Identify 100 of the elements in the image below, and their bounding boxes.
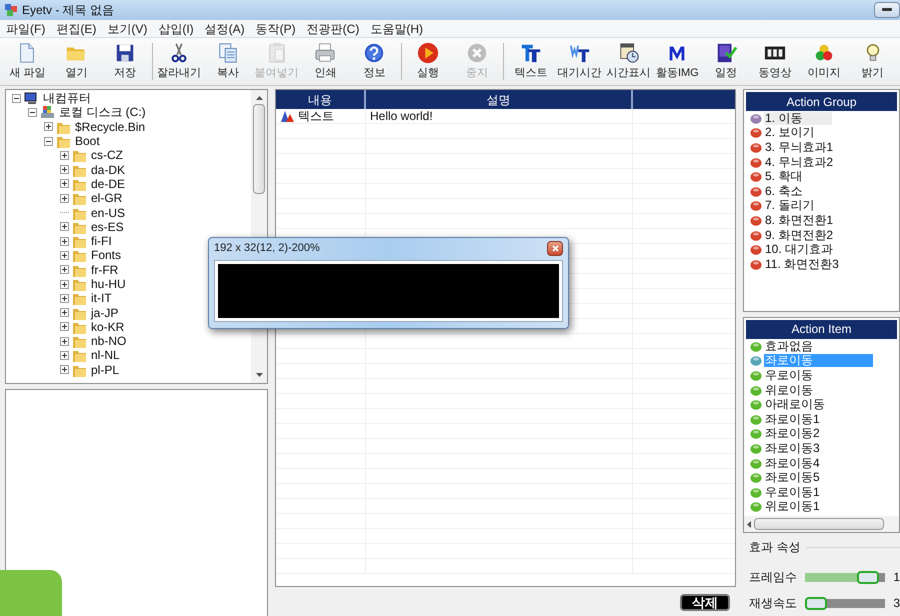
tree-toggle[interactable]	[60, 222, 69, 232]
list-item[interactable]: 11. 화면전환3	[764, 258, 840, 271]
slider-thumb[interactable]	[856, 570, 879, 584]
tree-toggle[interactable]	[60, 250, 69, 260]
list-item[interactable]: 좌로이동5	[764, 471, 821, 484]
tree-toggle[interactable]	[60, 336, 69, 346]
list-item[interactable]: 좌로이동3	[764, 442, 821, 455]
menu-item[interactable]: 도움말(H)	[370, 20, 423, 38]
list-item[interactable]: 우로이동1	[764, 486, 821, 499]
list-item[interactable]: 6. 축소	[764, 184, 804, 198]
tree-toggle[interactable]	[12, 94, 21, 103]
list-item[interactable]: 1. 이동	[764, 112, 832, 125]
menu-item[interactable]: 삽입(I)	[158, 20, 194, 38]
list-item[interactable]: 8. 화면전환1	[764, 214, 834, 227]
scrollbar-thumb[interactable]	[253, 104, 265, 194]
menu-item[interactable]: 설정(A)	[204, 20, 245, 38]
menu-item[interactable]: 보기(V)	[107, 20, 148, 38]
list-item[interactable]: 10. 대기효과	[764, 243, 834, 256]
tree-toggle[interactable]	[60, 294, 69, 303]
list-item[interactable]: 좌로이동1	[764, 412, 821, 426]
toolbar-button[interactable]: 대기시간	[555, 38, 604, 85]
toolbar-button[interactable]: 잘라내기	[154, 38, 204, 85]
bullet-icon	[750, 428, 762, 440]
toolbar-button[interactable]: 시간표시	[604, 38, 653, 85]
slider[interactable]	[805, 570, 886, 584]
list-item[interactable]: 아래로이동	[764, 398, 826, 412]
tree-item[interactable]: it-IT	[90, 292, 113, 304]
tree-item[interactable]: 내컴퓨터	[42, 92, 92, 104]
toolbar-button[interactable]: 실행	[404, 38, 453, 85]
list-item[interactable]: 4. 무늬효과2	[764, 156, 834, 169]
tree-item[interactable]: es-ES	[90, 220, 125, 233]
horizontal-scrollbar[interactable]	[744, 516, 899, 532]
tree-toggle[interactable]	[28, 108, 37, 117]
toolbar-button[interactable]: 동영상	[750, 38, 800, 85]
tree-toggle[interactable]	[60, 165, 69, 174]
tree-toggle[interactable]	[60, 365, 69, 374]
tree-item[interactable]: pl-PL	[90, 364, 120, 376]
list-item[interactable]: 위로이동1	[764, 500, 821, 514]
column-header[interactable]: 설명	[366, 90, 633, 109]
toolbar-button[interactable]: 인쇄	[301, 38, 350, 85]
toolbar-button[interactable]: 열기	[52, 38, 101, 85]
tree-item[interactable]: ja-JP	[90, 306, 120, 319]
tree-toggle[interactable]	[60, 280, 69, 288]
list-item[interactable]: 3. 무늬효과1	[764, 140, 834, 154]
tree-toggle[interactable]	[60, 194, 69, 203]
toolbar-button[interactable]: 텍스트	[506, 38, 556, 85]
list-item[interactable]: 위로이동	[764, 384, 814, 397]
tree-toggle[interactable]	[60, 236, 69, 246]
tree-item[interactable]: Boot	[74, 135, 101, 148]
slider[interactable]	[805, 596, 886, 610]
tree-item[interactable]: hu-HU	[90, 278, 127, 290]
menu-item[interactable]: 파일(F)	[6, 20, 46, 38]
tree-item[interactable]: $Recycle.Bin	[74, 120, 146, 133]
tree-item[interactable]: de-DE	[90, 178, 126, 190]
tree-toggle[interactable]	[60, 265, 69, 274]
slider-thumb[interactable]	[805, 596, 827, 610]
plus-icon	[62, 224, 67, 230]
list-item[interactable]: 효과없음	[764, 340, 814, 353]
tree-item[interactable]: fr-FR	[90, 264, 120, 276]
tree-item[interactable]: en-US	[90, 206, 126, 219]
list-item[interactable]: 우로이동	[764, 368, 814, 382]
scrollbar-thumb[interactable]	[754, 518, 884, 530]
list-item[interactable]: 좌로이동4	[764, 456, 821, 470]
toolbar-button[interactable]: 밝기	[848, 38, 898, 85]
delete-button[interactable]: 삭제	[680, 594, 730, 611]
toolbar-button[interactable]: 새 파일	[3, 38, 52, 85]
menu-item[interactable]: 동작(P)	[256, 20, 296, 38]
menu-item[interactable]: 전광판(C)	[306, 20, 360, 38]
column-header[interactable]: 내용	[276, 90, 366, 109]
toolbar-button[interactable]: 복사	[203, 38, 252, 85]
menu-item[interactable]: 편집(E)	[56, 20, 96, 38]
tree-item[interactable]: el-GR	[90, 192, 124, 204]
tree-item[interactable]: nl-NL	[90, 349, 121, 362]
tree-toggle[interactable]	[60, 150, 69, 160]
tree-item[interactable]: cs-CZ	[90, 149, 124, 162]
close-button[interactable]	[547, 240, 563, 256]
toolbar-button[interactable]: 이미지	[799, 38, 848, 85]
folder-icon	[72, 334, 87, 348]
tree-item[interactable]: da-DK	[90, 164, 126, 176]
toolbar-button[interactable]: 활동IMG	[652, 38, 702, 85]
list-item[interactable]: 좌로이동2	[764, 427, 821, 440]
tree-item[interactable]: nb-NO	[90, 335, 128, 348]
tree-toggle[interactable]	[60, 350, 69, 360]
tree-toggle[interactable]	[60, 308, 69, 318]
list-item[interactable]: 2. 보이기	[764, 126, 816, 140]
list-item[interactable]: 5. 확대	[764, 170, 804, 184]
tree-item[interactable]: 로컬 디스크 (C:)	[58, 106, 147, 118]
list-item[interactable]: 7. 돌리기	[764, 199, 816, 212]
tree-item[interactable]: Fonts	[90, 249, 122, 262]
list-item[interactable]: 9. 화면전환2	[764, 228, 834, 242]
tree-item[interactable]: fi-FI	[90, 235, 113, 248]
toolbar-button[interactable]: 정보	[350, 38, 399, 85]
tree-toggle[interactable]	[44, 136, 53, 146]
minimize-button[interactable]	[874, 2, 900, 18]
toolbar-button[interactable]: 저장	[100, 38, 150, 85]
tree-item[interactable]: ko-KR	[90, 320, 126, 333]
tree-toggle[interactable]	[44, 122, 53, 132]
tree-toggle[interactable]	[60, 322, 69, 332]
tree-toggle[interactable]	[60, 179, 69, 188]
toolbar-button[interactable]: 일정	[702, 38, 751, 85]
